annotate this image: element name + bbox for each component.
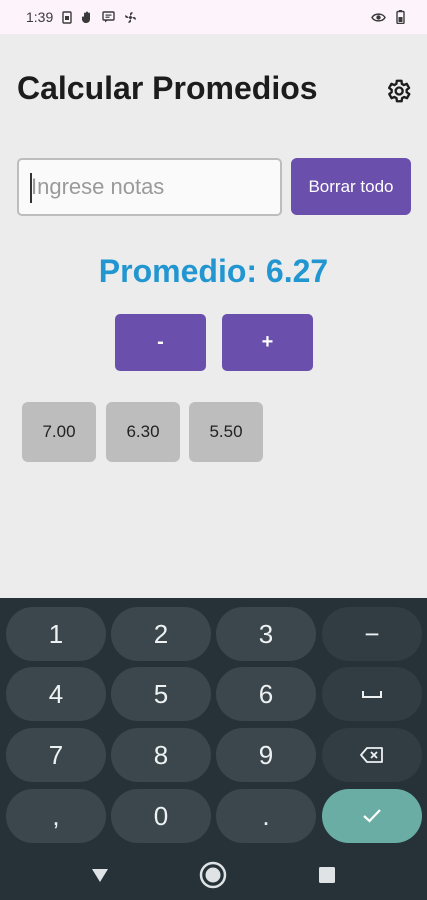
status-time: 1:39 — [26, 9, 54, 25]
numeric-keyboard: 1 2 3 − 4 5 6 7 8 9 , 0 . — [0, 598, 427, 900]
average-display: Promedio: 6.27 — [98, 253, 329, 289]
sim-icon — [62, 10, 72, 24]
key-2[interactable]: 2 — [111, 607, 211, 661]
key-8[interactable]: 8 — [111, 728, 211, 782]
eye-icon — [371, 12, 386, 23]
message-icon — [102, 11, 115, 23]
recents-button[interactable] — [312, 860, 342, 890]
key-space[interactable] — [322, 667, 422, 721]
key-5[interactable]: 5 — [111, 667, 211, 721]
fan-icon — [124, 11, 137, 24]
space-icon — [362, 691, 382, 698]
key-4[interactable]: 4 — [6, 667, 106, 721]
grade-chip[interactable]: 5.50 — [189, 402, 263, 462]
key-enter[interactable] — [322, 789, 422, 843]
home-circle-icon — [199, 861, 227, 889]
status-bar: 1:39 — [0, 0, 427, 34]
hand-icon — [81, 11, 93, 24]
backspace-icon — [360, 747, 383, 763]
text-caret — [30, 173, 32, 203]
recents-square-icon — [319, 867, 335, 883]
grades-input[interactable] — [17, 158, 282, 216]
grade-chip[interactable]: 6.30 — [106, 402, 180, 462]
key-9[interactable]: 9 — [216, 728, 316, 782]
navigation-bar — [0, 848, 427, 900]
key-7[interactable]: 7 — [6, 728, 106, 782]
key-6[interactable]: 6 — [216, 667, 316, 721]
back-triangle-icon — [92, 869, 108, 882]
check-icon — [363, 809, 381, 823]
clear-all-button[interactable]: Borrar todo — [291, 158, 411, 215]
key-backspace[interactable] — [322, 728, 422, 782]
page-title: Calcular Promedios — [17, 70, 318, 106]
key-3[interactable]: 3 — [216, 607, 316, 661]
decrement-button[interactable]: - — [115, 314, 206, 371]
key-1[interactable]: 1 — [6, 607, 106, 661]
key-period[interactable]: . — [216, 789, 316, 843]
grade-chip[interactable]: 7.00 — [22, 402, 96, 462]
gear-icon — [387, 79, 411, 103]
settings-button[interactable] — [382, 75, 414, 107]
key-comma[interactable]: , — [6, 789, 106, 843]
home-button[interactable] — [198, 860, 228, 890]
key-0[interactable]: 0 — [111, 789, 211, 843]
key-minus[interactable]: − — [322, 607, 422, 661]
increment-button[interactable]: + — [222, 314, 313, 371]
battery-icon — [396, 10, 405, 24]
back-button[interactable] — [85, 860, 115, 890]
